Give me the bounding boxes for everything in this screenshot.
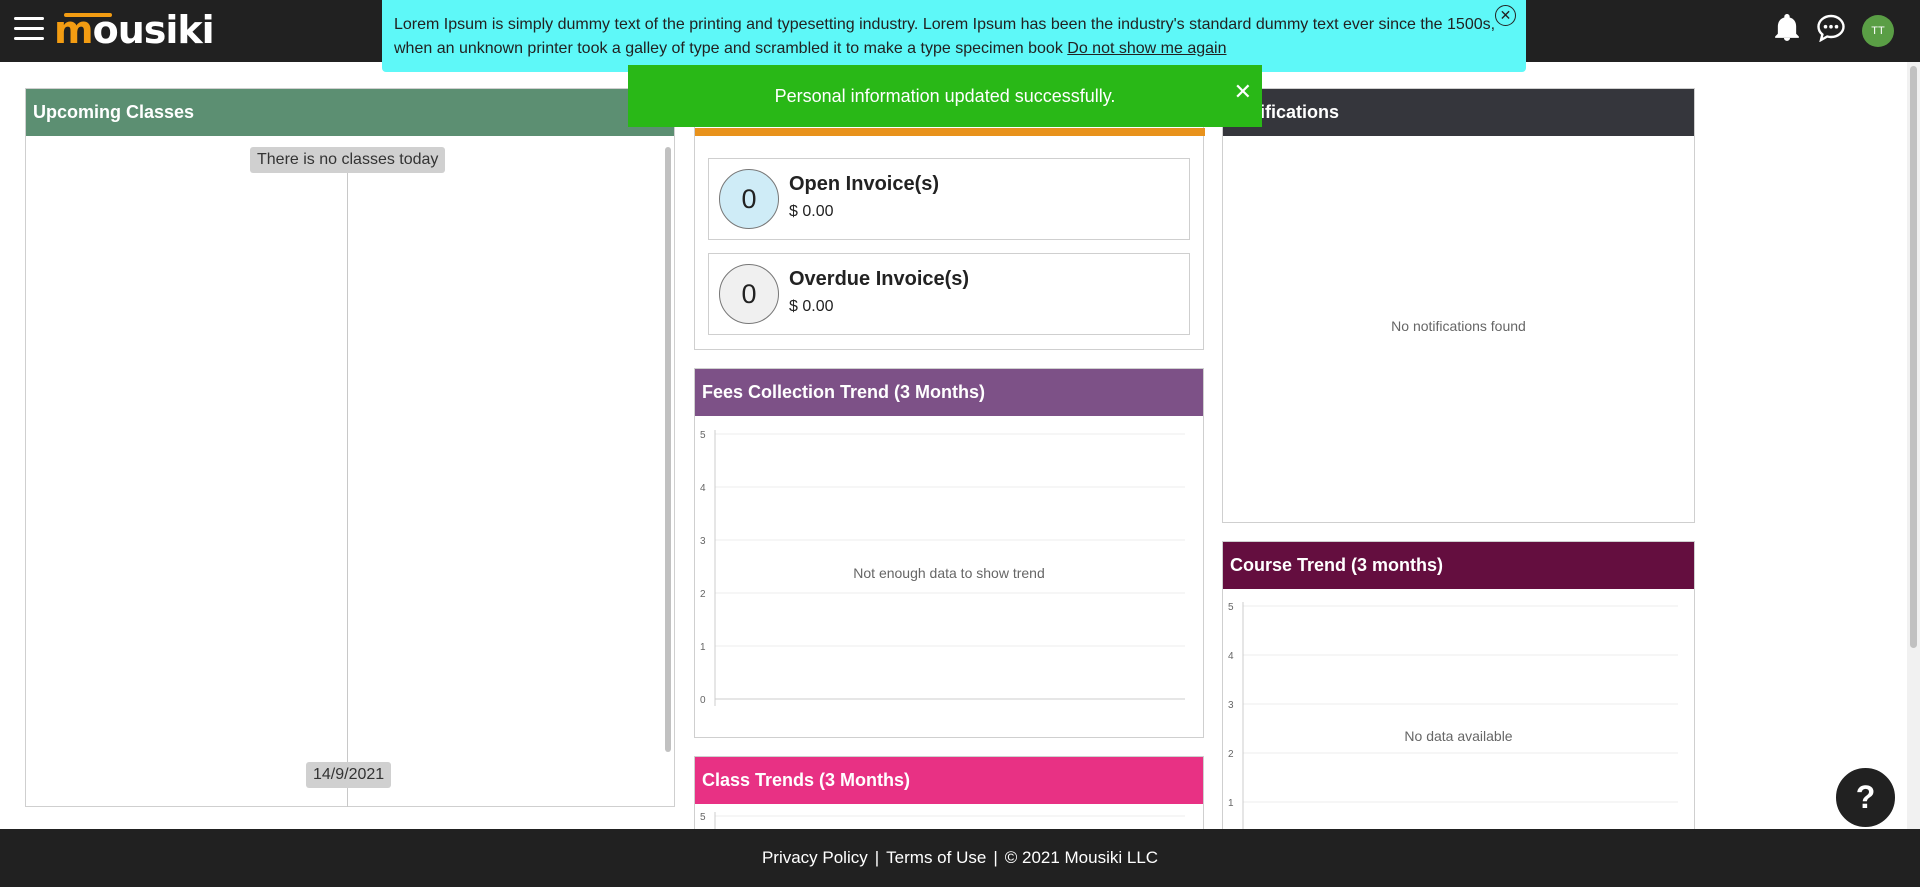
page-scrollbar[interactable]: [1907, 62, 1920, 887]
avatar[interactable]: TT: [1862, 14, 1894, 47]
help-button[interactable]: ?: [1834, 766, 1897, 829]
course-tick-2: 2: [1228, 749, 1234, 760]
open-invoices-count: 0: [719, 169, 779, 229]
logo-accent: [64, 13, 112, 17]
course-trend-empty: No data available: [1404, 728, 1513, 744]
timeline-line: [347, 147, 348, 807]
bell-icon[interactable]: [1774, 14, 1800, 47]
info-banner: Lorem Ipsum is simply dummy text of the …: [382, 0, 1526, 72]
course-tick-3: 3: [1228, 700, 1234, 711]
terms-of-use-link[interactable]: Terms of Use: [886, 848, 986, 868]
banner-close-icon[interactable]: ✕: [1495, 5, 1516, 26]
fees-tick-4: 4: [700, 483, 706, 494]
upcoming-classes-title: Upcoming Classes: [26, 89, 674, 136]
footer-separator: |: [874, 848, 880, 867]
footer-separator: |: [993, 848, 998, 867]
copyright-text: © 2021 Mousiki LLC: [1004, 848, 1159, 867]
do-not-show-link[interactable]: Do not show me again: [1067, 40, 1226, 57]
class-trends-title: Class Trends (3 Months): [695, 757, 1203, 804]
fees-tick-3: 3: [700, 536, 706, 547]
open-invoices-title: Open Invoice(s): [789, 173, 940, 195]
fees-tick-0: 0: [700, 695, 706, 706]
toast-message: Personal information updated successfull…: [774, 85, 1116, 106]
course-tick-1: 1: [1228, 798, 1234, 809]
overdue-invoices-title: Overdue Invoice(s): [789, 268, 970, 290]
notifications-empty: No notifications found: [1391, 318, 1526, 334]
fees-trend-title: Fees Collection Trend (3 Months): [695, 369, 1203, 416]
no-classes-badge: There is no classes today: [250, 147, 446, 173]
banner-text: Lorem Ipsum is simply dummy text of the …: [394, 16, 1496, 57]
course-tick-5: 5: [1228, 602, 1234, 613]
notifications-panel: Notifications No notifications found: [1222, 88, 1695, 523]
overdue-invoices-count: 0: [719, 264, 779, 324]
open-invoices-amount: $ 0.00: [789, 203, 834, 220]
privacy-policy-link[interactable]: Privacy Policy: [762, 848, 868, 868]
chat-icon[interactable]: [1816, 14, 1846, 47]
course-trend-panel: Course Trend (3 months) 5 4 3 2 1 No dat…: [1222, 541, 1695, 831]
invoices-panel: 0 Open Invoice(s) $ 0.00 0 Overdue Invoi…: [694, 88, 1205, 350]
course-trend-title: Course Trend (3 months): [1223, 542, 1694, 589]
footer: Privacy Policy | Terms of Use | © 2021 M…: [0, 829, 1920, 887]
fees-tick-2: 2: [700, 589, 706, 600]
upcoming-classes-panel: Upcoming Classes There is no classes tod…: [25, 88, 675, 807]
course-tick-4: 4: [1228, 651, 1234, 662]
upcoming-scrollbar[interactable]: [665, 147, 671, 752]
fees-tick-5: 5: [700, 430, 706, 441]
fees-tick-1: 1: [700, 642, 706, 653]
course-trend-chart: 5 4 3 2 1: [1228, 602, 1678, 829]
success-toast: Personal information updated successfull…: [628, 65, 1262, 127]
overdue-invoices-card[interactable]: 0 Overdue Invoice(s) $ 0.00: [708, 253, 1190, 335]
fees-trend-panel: Fees Collection Trend (3 Months) 5 4 3 2…: [694, 368, 1204, 738]
fees-trend-empty: Not enough data to show trend: [853, 565, 1045, 581]
notifications-title: Notifications: [1223, 89, 1694, 136]
class-tick-5: 5: [700, 812, 706, 823]
overdue-invoices-amount: $ 0.00: [789, 298, 834, 315]
toast-close-icon[interactable]: ✕: [1234, 79, 1252, 105]
menu-icon[interactable]: [14, 17, 44, 43]
date-badge: 14/9/2021: [306, 762, 392, 788]
open-invoices-card[interactable]: 0 Open Invoice(s) $ 0.00: [708, 158, 1190, 240]
invoices-header-strip: [695, 128, 1205, 136]
